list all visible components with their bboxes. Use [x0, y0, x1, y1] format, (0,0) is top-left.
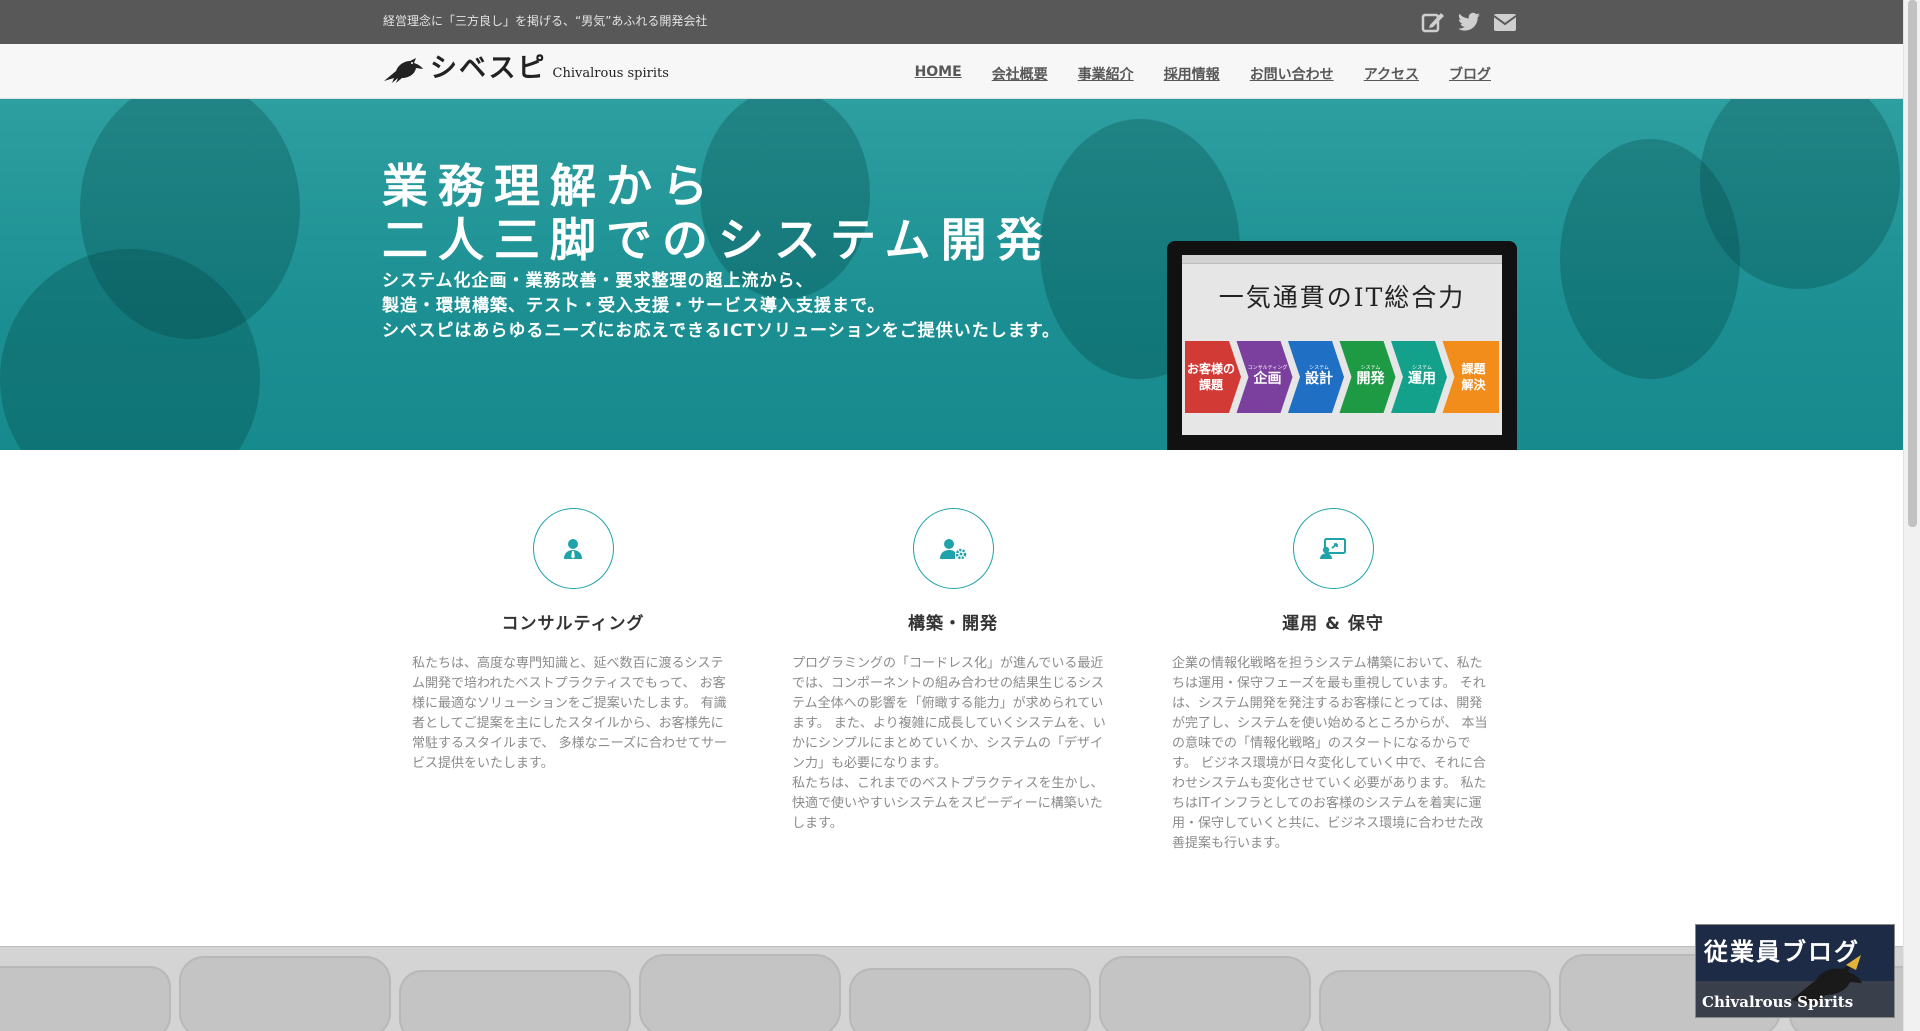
logo-name-jp: シベスピ [430, 53, 547, 84]
flow-step-caption: コンサルティング [1248, 364, 1288, 371]
nav-home[interactable]: HOME [915, 64, 962, 84]
mail-icon[interactable] [1492, 9, 1518, 35]
edit-icon[interactable] [1420, 9, 1446, 35]
blog-banner-subtitle: Chivalrous Spirits [1702, 993, 1854, 1011]
hero-section: 業務理解から 二人三脚でのシステム開発 システム化企画・業務改善・要求整理の超上… [0, 99, 1903, 450]
hero-sub-line: シベスピはあらゆるニーズにお応えできるICTソリューションをご提供いたします。 [382, 321, 1060, 341]
service-description: プログラミングの「コードレス化」が進んでいる最近では、コンポーネントの組み合わせ… [778, 654, 1128, 834]
flow-step-shape [1185, 341, 1241, 413]
blog-banner-title: 従業員ブログ [1704, 938, 1860, 966]
crow-logo-icon [384, 58, 423, 83]
hero-title: 業務理解から 二人三脚でのシステム開発 [382, 159, 1053, 267]
service-development: 構築・開発 プログラミングの「コードレス化」が進んでいる最近では、コンポーネント… [778, 508, 1128, 834]
hero-sub-line: システム化企画・業務改善・要求整理の超上流から、 [382, 271, 814, 291]
employee-blog-banner[interactable]: 従業員ブログ Chivalrous Spirits [1695, 924, 1895, 1018]
company-tagline: 経営理念に「三方良し」を掲げる、“男気”あふれる開発会社 [383, 14, 708, 28]
hero-subtitle: システム化企画・業務改善・要求整理の超上流から、 製造・環境構築、テスト・受入支… [382, 269, 1060, 344]
site-logo[interactable]: シベスピ Chivalrous spirits [382, 53, 669, 85]
service-paragraph: 企業の情報化戦略を担うシステム構築において、私たちは運用・保守フェーズを最も重視… [1172, 656, 1488, 851]
flow-step-shape [1442, 341, 1499, 413]
flow-step-label: 課題 [1199, 377, 1224, 392]
service-icon-circle [912, 508, 994, 589]
service-title: 構築・開発 [908, 614, 998, 634]
nav-services[interactable]: 事業紹介 [1078, 64, 1134, 84]
monitor-heading: 一気通貫のIT総合力 [1218, 283, 1466, 312]
logo-name-en: Chivalrous spirits [552, 66, 669, 81]
main-nav: HOME 会社概要 事業紹介 採用情報 お問い合わせ アクセス ブログ [915, 64, 1491, 84]
flow-step-label: 設計 [1305, 370, 1333, 387]
service-description: 私たちは、高度な専門知識と、延べ数百に渡るシステム開発で培われたベストプラクティ… [398, 654, 748, 774]
hero-sub-line: 製造・環境構築、テスト・受入支援・サービス導入支援まで。 [382, 296, 886, 316]
nav-blog[interactable]: ブログ [1449, 64, 1491, 84]
service-icon-circle [1292, 508, 1374, 589]
main-navbar: シベスピ Chivalrous spirits HOME 会社概要 事業紹介 採… [0, 44, 1903, 99]
service-icon-circle [532, 508, 614, 589]
service-title: コンサルティング [501, 614, 645, 634]
monitor-user-icon [1320, 537, 1346, 559]
service-paragraph: 私たちは、高度な専門知識と、延べ数百に渡るシステム開発で培われたベストプラクティ… [412, 656, 727, 771]
social-icons [1420, 9, 1518, 35]
monitor-illustration: 一気通貫のIT総合力 お客様の 課題 コンサルティング 企画 システム 設計 システム 開発シ… [1167, 241, 1517, 450]
user-gear-icon [940, 538, 967, 559]
service-title: 運用 & 保守 [1282, 614, 1384, 634]
flow-step-label: 企画 [1253, 370, 1282, 387]
scrollbar-thumb[interactable] [1908, 0, 1917, 527]
top-bar: 経営理念に「三方良し」を掲げる、“男気”あふれる開発会社 [0, 0, 1903, 44]
monitor-bezel: 一気通貫のIT総合力 お客様の 課題 コンサルティング 企画 システム 設計 システム 開発シ… [1167, 241, 1517, 450]
stone-texture [0, 947, 1903, 1031]
hero-title-line: 業務理解から [382, 159, 718, 213]
service-paragraph: 私たちは、これまでのベストプラクティスを生かし、快適で使いやすいシステムをスピー… [792, 776, 1104, 831]
process-flow-diagram: お客様の課題コンサルティング企画システム設計システム開発システム運用課題解決 [1185, 341, 1499, 413]
page-scrollbar[interactable] [1903, 0, 1920, 1031]
flow-step-label: 開発 [1357, 370, 1386, 387]
service-operation: 運用 & 保守 企業の情報化戦略を担うシステム構築において、私たちは運用・保守フ… [1158, 508, 1508, 854]
service-paragraph: プログラミングの「コードレス化」が進んでいる最近では、コンポーネントの組み合わせ… [792, 656, 1106, 771]
flow-step-label: 運用 [1408, 371, 1436, 387]
user-tie-icon [564, 538, 582, 559]
hero-title-line: 二人三脚でのシステム開発 [382, 213, 1053, 267]
nav-company[interactable]: 会社概要 [992, 64, 1048, 84]
twitter-icon[interactable] [1456, 9, 1482, 35]
flow-step-label: 解決 [1461, 377, 1486, 392]
flow-step-label: 課題 [1461, 361, 1486, 376]
browser-bar [1182, 255, 1502, 264]
service-description: 企業の情報化戦略を担うシステム構築において、私たちは運用・保守フェーズを最も重視… [1158, 654, 1508, 854]
flow-step-label: お客様の [1187, 361, 1235, 376]
nav-access[interactable]: アクセス [1364, 64, 1419, 84]
nav-contact[interactable]: お問い合わせ [1250, 64, 1334, 84]
monitor-screen: 一気通貫のIT総合力 お客様の 課題 コンサルティング 企画 システム 設計 システム 開発シ… [1182, 255, 1502, 435]
stone-wall-background [0, 946, 1903, 1031]
service-consulting: コンサルティング 私たちは、高度な専門知識と、延べ数百に渡るシステム開発で培われ… [398, 508, 748, 774]
nav-recruit[interactable]: 採用情報 [1164, 64, 1220, 84]
